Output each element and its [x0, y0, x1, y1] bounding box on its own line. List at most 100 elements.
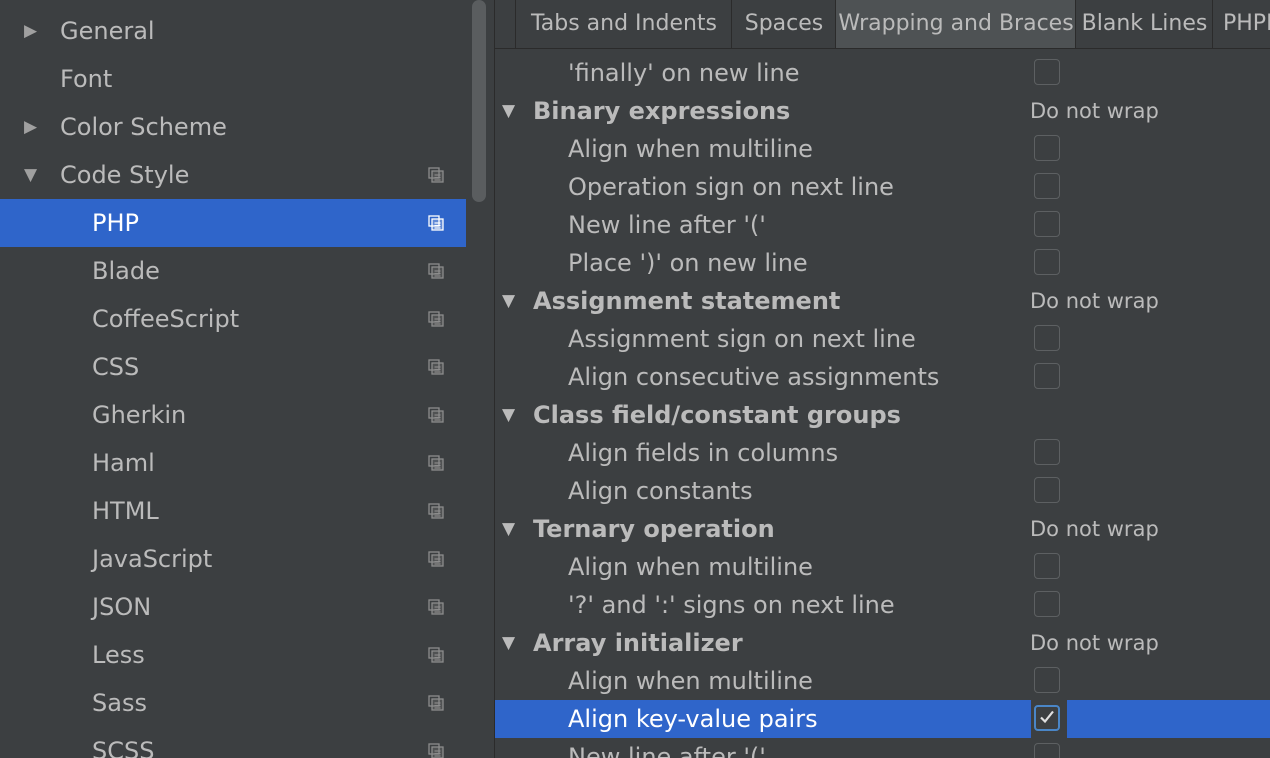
copy-settings-icon: [428, 551, 444, 567]
option-row[interactable]: Align when multiline: [495, 130, 1270, 168]
group-header[interactable]: ▼ Class field/constant groups: [495, 396, 1270, 434]
option-checkbox[interactable]: [1034, 591, 1060, 617]
sidebar-item-css[interactable]: CSS: [0, 343, 466, 391]
option-label: Align when multiline: [568, 553, 813, 581]
collapsed-arrow-icon[interactable]: ▶: [24, 7, 37, 55]
copy-settings-icon: [428, 407, 444, 423]
option-checkbox[interactable]: [1034, 59, 1060, 85]
option-checkbox[interactable]: [1034, 135, 1060, 161]
copy-settings-icon: [428, 503, 444, 519]
option-checkbox[interactable]: [1034, 325, 1060, 351]
sidebar-item-json[interactable]: JSON: [0, 583, 466, 631]
group-header-label: Assignment statement: [533, 287, 841, 315]
wrapping-options-list: 'finally' on new line ▼ Binary expressions…: [495, 49, 1270, 758]
sidebar-item-php[interactable]: PHP: [0, 199, 466, 247]
option-row[interactable]: Align key-value pairs: [495, 700, 1270, 738]
expanded-arrow-icon[interactable]: ▼: [502, 396, 515, 434]
option-checkbox[interactable]: [1034, 705, 1060, 731]
option-row[interactable]: Align when multiline: [495, 662, 1270, 700]
expanded-arrow-icon[interactable]: ▼: [502, 92, 515, 130]
group-header-label: Array initializer: [533, 629, 743, 657]
tab-blank-lines[interactable]: Blank Lines: [1075, 0, 1213, 48]
sidebar-item-javascript[interactable]: JavaScript: [0, 535, 466, 583]
option-label: New line after '(': [568, 211, 766, 239]
copy-settings-icon: [428, 215, 444, 231]
sidebar-item-blade[interactable]: Blade: [0, 247, 466, 295]
group-header-label: Class field/constant groups: [533, 401, 901, 429]
expanded-arrow-icon[interactable]: ▼: [502, 282, 515, 320]
copy-settings-icon: [428, 695, 444, 711]
option-row[interactable]: Align consecutive assignments: [495, 358, 1270, 396]
expanded-arrow-icon[interactable]: ▼: [24, 151, 37, 199]
option-checkbox[interactable]: [1034, 211, 1060, 237]
sidebar-item-general[interactable]: ▶ General: [0, 7, 466, 55]
option-checkbox[interactable]: [1034, 667, 1060, 693]
option-checkbox[interactable]: [1034, 477, 1060, 503]
tab-wrapping-and-braces[interactable]: Wrapping and Braces: [835, 0, 1076, 48]
collapsed-arrow-icon[interactable]: ▶: [24, 103, 37, 151]
group-header[interactable]: ▼ Binary expressions Do not wrap: [495, 92, 1270, 130]
option-label: Align when multiline: [568, 667, 813, 695]
sidebar-item-gherkin[interactable]: Gherkin: [0, 391, 466, 439]
sidebar-scrollbar[interactable]: [472, 0, 486, 202]
sidebar-item-label: Code Style: [60, 161, 190, 189]
sidebar-item-scss[interactable]: SCSS: [0, 727, 466, 758]
wrap-mode-select[interactable]: Do not wrap: [1030, 282, 1159, 320]
sidebar-item-html[interactable]: HTML: [0, 487, 466, 535]
option-checkbox[interactable]: [1034, 173, 1060, 199]
copy-settings-icon: [428, 743, 444, 758]
wrap-mode-select[interactable]: Do not wrap: [1030, 624, 1159, 662]
option-label: Operation sign on next line: [568, 173, 894, 201]
sidebar-item-label: PHP: [92, 209, 139, 237]
option-row[interactable]: Operation sign on next line: [495, 168, 1270, 206]
option-row[interactable]: Align fields in columns: [495, 434, 1270, 472]
copy-settings-icon: [428, 599, 444, 615]
sidebar-item-less[interactable]: Less: [0, 631, 466, 679]
wrap-mode-select[interactable]: Do not wrap: [1030, 92, 1159, 130]
sidebar-item-label: Gherkin: [92, 401, 187, 429]
option-row[interactable]: 'finally' on new line: [495, 54, 1270, 92]
wrap-mode-select[interactable]: Do not wrap: [1030, 510, 1159, 548]
option-checkbox[interactable]: [1034, 743, 1060, 758]
sidebar-item-font[interactable]: Font: [0, 55, 466, 103]
option-label: Place ')' on new line: [568, 249, 808, 277]
copy-settings-icon: [428, 359, 444, 375]
sidebar-item-sass[interactable]: Sass: [0, 679, 466, 727]
expanded-arrow-icon[interactable]: ▼: [502, 510, 515, 548]
option-label: Align consecutive assignments: [568, 363, 940, 391]
sidebar-item-code-style[interactable]: ▼ Code Style: [0, 151, 466, 199]
sidebar-item-coffeescript[interactable]: CoffeeScript: [0, 295, 466, 343]
tab-tabs-and-indents[interactable]: Tabs and Indents: [515, 0, 732, 48]
sidebar-item-label: Sass: [92, 689, 147, 717]
group-header[interactable]: ▼ Array initializer Do not wrap: [495, 624, 1270, 662]
option-label: Assignment sign on next line: [568, 325, 916, 353]
sidebar-item-label: Less: [92, 641, 145, 669]
sidebar-item-haml[interactable]: Haml: [0, 439, 466, 487]
option-checkbox[interactable]: [1034, 249, 1060, 275]
option-row[interactable]: Place ')' on new line: [495, 244, 1270, 282]
sidebar-item-label: Haml: [92, 449, 155, 477]
option-row[interactable]: '?' and ':' signs on next line: [495, 586, 1270, 624]
tab-phpdoc[interactable]: PHPDoc: [1212, 0, 1270, 48]
option-row[interactable]: Assignment sign on next line: [495, 320, 1270, 358]
tab-bar: Tabs and Indents Spaces Wrapping and Brace…: [495, 0, 1270, 49]
copy-settings-icon: [428, 455, 444, 471]
group-header-label: Ternary operation: [533, 515, 775, 543]
copy-settings-icon: [428, 167, 444, 183]
option-row[interactable]: Align constants: [495, 472, 1270, 510]
option-row[interactable]: Align when multiline: [495, 548, 1270, 586]
option-checkbox[interactable]: [1034, 553, 1060, 579]
option-checkbox[interactable]: [1034, 363, 1060, 389]
sidebar-item-color-scheme[interactable]: ▶ Color Scheme: [0, 103, 466, 151]
option-row[interactable]: New line after '(': [495, 738, 1270, 758]
sidebar-item-label: Color Scheme: [60, 113, 227, 141]
sidebar-item-label: Blade: [92, 257, 160, 285]
tab-spaces[interactable]: Spaces: [731, 0, 836, 48]
sidebar-item-label: HTML: [92, 497, 159, 525]
option-label: Align constants: [568, 477, 753, 505]
option-row[interactable]: New line after '(': [495, 206, 1270, 244]
group-header[interactable]: ▼ Assignment statement Do not wrap: [495, 282, 1270, 320]
expanded-arrow-icon[interactable]: ▼: [502, 624, 515, 662]
group-header[interactable]: ▼ Ternary operation Do not wrap: [495, 510, 1270, 548]
option-checkbox[interactable]: [1034, 439, 1060, 465]
